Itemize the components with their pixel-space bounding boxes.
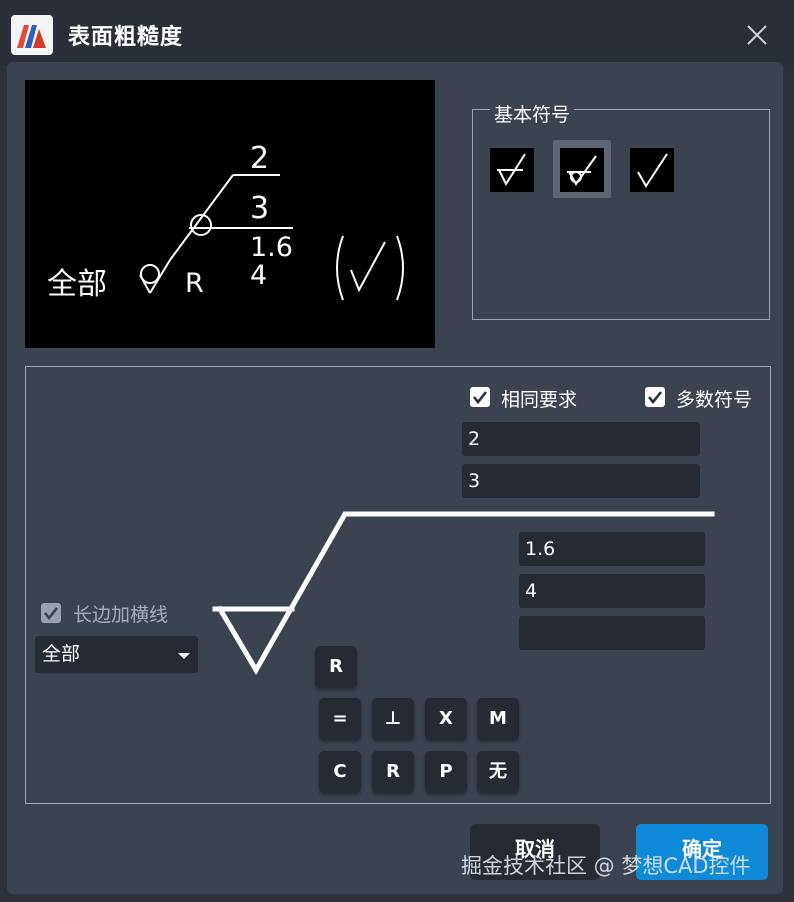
same-requirement-checkbox[interactable]: [470, 387, 490, 407]
app-logo-icon: [11, 15, 53, 55]
chevron-down-icon[interactable]: [178, 653, 190, 659]
preview-fourth-value: 4: [250, 260, 267, 291]
roughness-symbol-diagram: [212, 511, 715, 675]
key-equals[interactable]: =: [319, 698, 361, 740]
basic-symbol-plain-check[interactable]: [630, 148, 674, 192]
key-x[interactable]: X: [425, 698, 467, 740]
key-perpendicular[interactable]: ⊥: [372, 698, 414, 740]
long-edge-line-checkbox[interactable]: [41, 603, 61, 623]
long-edge-line-label: 长边加横线: [73, 604, 169, 626]
basic-symbol-legend: 基本符号: [490, 100, 575, 127]
basic-symbol-open-triangle[interactable]: [490, 148, 534, 192]
preview-all-label: 全部: [47, 267, 107, 302]
range-dropdown[interactable]: 全部: [35, 636, 198, 673]
window-title: 表面粗糙度: [68, 25, 184, 50]
key-r[interactable]: R: [372, 751, 414, 793]
key-m[interactable]: M: [477, 698, 519, 740]
upper-value-field-2[interactable]: 3: [462, 464, 700, 498]
preview-r-label: R: [185, 268, 204, 299]
basic-symbol-circle-triangle[interactable]: [560, 148, 604, 192]
key-r-top[interactable]: R: [315, 646, 357, 688]
close-icon[interactable]: [740, 18, 774, 52]
key-none[interactable]: 无: [477, 751, 519, 793]
key-c[interactable]: C: [319, 751, 361, 793]
preview-third-value: 1.6: [250, 232, 293, 263]
preview-second-value: 3: [250, 191, 269, 226]
key-p[interactable]: P: [425, 751, 467, 793]
majority-symbol-label: 多数符号: [676, 389, 753, 411]
basic-symbol-group: [472, 109, 770, 320]
preview-top-value: 2: [250, 141, 269, 176]
roughness-preview: 全部 R 2 3 1.6 4: [25, 80, 435, 348]
majority-symbol-checkbox[interactable]: [645, 387, 665, 407]
upper-value-field-1[interactable]: 2: [462, 422, 700, 456]
same-requirement-label: 相同要求: [501, 389, 578, 411]
watermark-text: 掘金技术社区 @ 梦想CAD控件: [461, 854, 751, 878]
